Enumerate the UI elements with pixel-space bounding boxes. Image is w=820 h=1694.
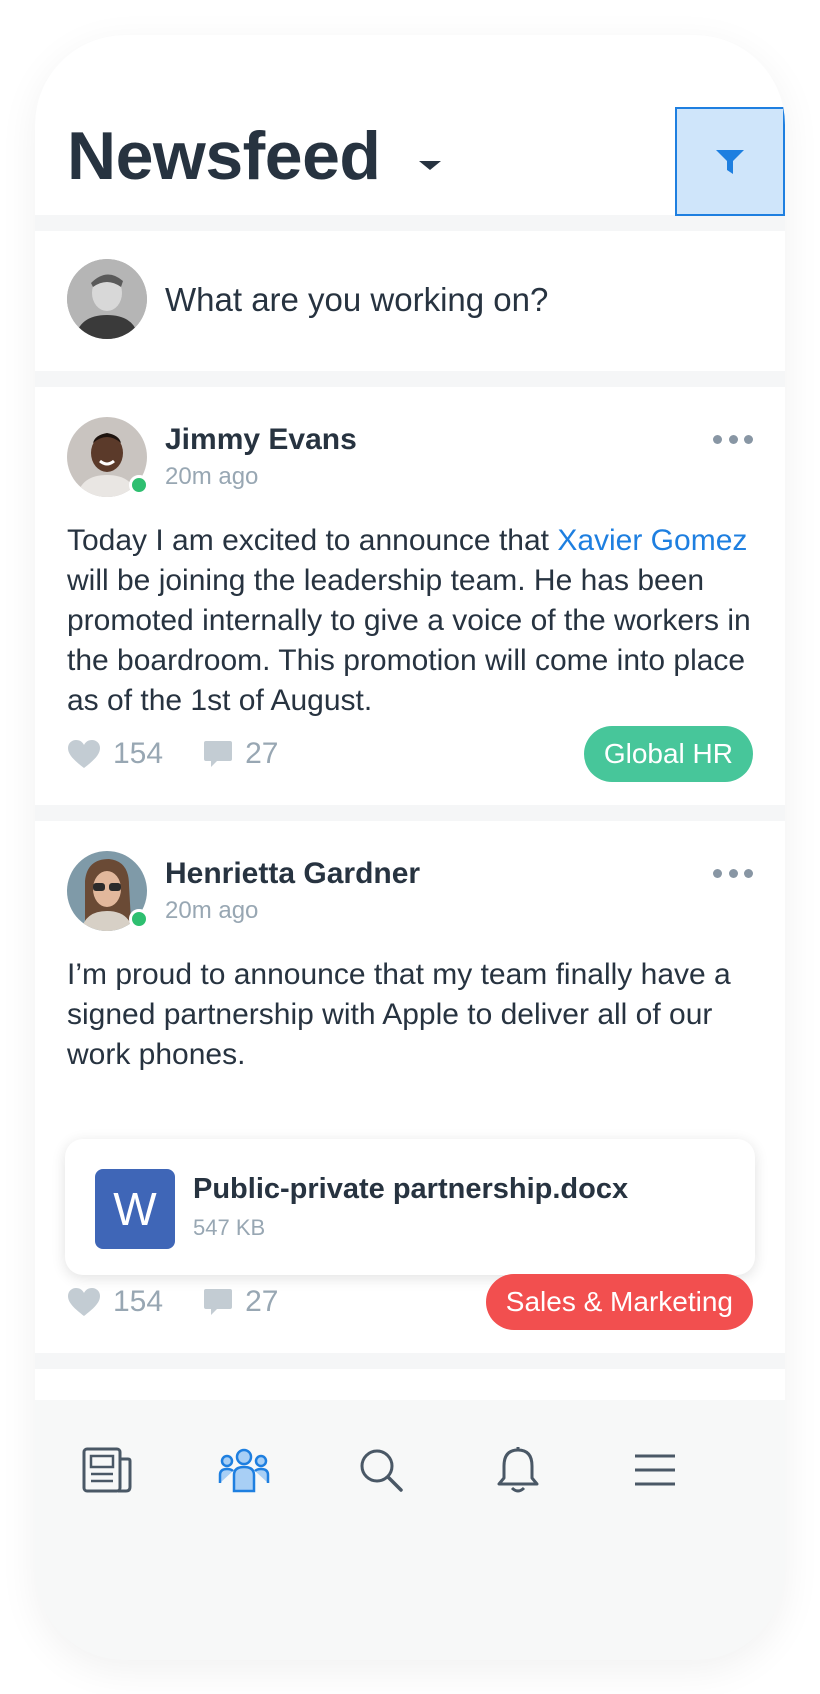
tag-badge[interactable]: Sales & Marketing bbox=[485, 1274, 753, 1330]
like-button[interactable]: 154 bbox=[67, 1285, 163, 1319]
file-name: Public-private partnership.docx bbox=[193, 1173, 629, 1205]
avatar bbox=[67, 259, 147, 339]
comment-icon bbox=[203, 1287, 233, 1317]
like-count: 154 bbox=[113, 737, 164, 770]
nav-notifications[interactable] bbox=[483, 1435, 553, 1505]
like-button[interactable]: 154 bbox=[67, 737, 163, 771]
newsfeed-icon bbox=[82, 1447, 132, 1493]
file-attachment[interactable]: W Public-private partnership.docx 547 KB bbox=[65, 1139, 755, 1275]
dot bbox=[713, 868, 722, 878]
post-stats: 154 27 bbox=[67, 1277, 318, 1327]
heart-icon bbox=[67, 1287, 101, 1317]
avatar[interactable] bbox=[67, 851, 149, 931]
post-author[interactable]: Henrietta Gardner bbox=[165, 857, 420, 891]
post-text: will be joining the leadership team. He … bbox=[67, 564, 751, 717]
online-status-dot bbox=[129, 475, 149, 495]
dot bbox=[744, 434, 753, 444]
file-size: 547 KB bbox=[193, 1215, 266, 1240]
comment-count: 27 bbox=[245, 1285, 279, 1318]
feed-dropdown-button[interactable] bbox=[415, 150, 445, 180]
avatar[interactable] bbox=[67, 417, 149, 497]
nav-people[interactable] bbox=[209, 1435, 279, 1505]
filter-icon bbox=[716, 149, 744, 174]
more-options-button[interactable] bbox=[713, 431, 753, 447]
nav-menu[interactable] bbox=[620, 1435, 690, 1505]
post-author[interactable]: Jimmy Evans bbox=[165, 423, 357, 457]
page-title: Newsfeed bbox=[67, 118, 381, 194]
post-text: Today I am excited to announce that bbox=[67, 524, 558, 557]
comment-button[interactable]: 27 bbox=[203, 737, 278, 771]
dot bbox=[713, 434, 722, 444]
people-icon bbox=[218, 1448, 270, 1493]
comment-icon bbox=[203, 739, 233, 769]
post-timestamp: 20m ago bbox=[165, 897, 259, 924]
post-stats: 154 27 bbox=[67, 729, 318, 779]
heart-icon bbox=[67, 739, 101, 769]
mention-link[interactable]: Xavier Gomez bbox=[557, 524, 747, 557]
dot bbox=[744, 868, 753, 878]
dot bbox=[728, 868, 738, 878]
post-body: Today I am excited to announce that Xavi… bbox=[67, 521, 757, 721]
online-status-dot bbox=[129, 909, 149, 929]
comment-button[interactable]: 27 bbox=[203, 1285, 278, 1319]
comment-count: 27 bbox=[245, 737, 279, 770]
phone-frame: Newsfeed What are you working on? Jimmy … bbox=[35, 35, 785, 1660]
nav-search[interactable] bbox=[346, 1435, 416, 1505]
dot bbox=[728, 434, 738, 444]
post-body: I’m proud to announce that my team final… bbox=[67, 958, 731, 1071]
bottom-navigation bbox=[35, 1400, 785, 1660]
word-document-icon: W bbox=[95, 1169, 175, 1249]
bell-icon bbox=[497, 1447, 539, 1493]
post-card: Jimmy Evans 20m ago Today I am excited t… bbox=[35, 387, 785, 805]
menu-icon bbox=[635, 1454, 675, 1486]
like-count: 154 bbox=[113, 1285, 164, 1318]
nav-newsfeed[interactable] bbox=[72, 1435, 142, 1505]
user-avatar-icon bbox=[67, 259, 147, 339]
tag-badge[interactable]: Global HR bbox=[583, 726, 753, 782]
search-icon bbox=[360, 1449, 403, 1492]
header: Newsfeed bbox=[35, 35, 785, 216]
composer-input[interactable]: What are you working on? bbox=[165, 281, 548, 319]
filter-button[interactable] bbox=[675, 107, 785, 216]
more-options-button[interactable] bbox=[713, 865, 753, 881]
composer[interactable]: What are you working on? bbox=[35, 231, 785, 371]
caret-down-icon bbox=[419, 160, 441, 170]
post-card: Henrietta Gardner 20m ago I’m proud to a… bbox=[35, 821, 785, 1353]
post-timestamp: 20m ago bbox=[165, 463, 259, 490]
